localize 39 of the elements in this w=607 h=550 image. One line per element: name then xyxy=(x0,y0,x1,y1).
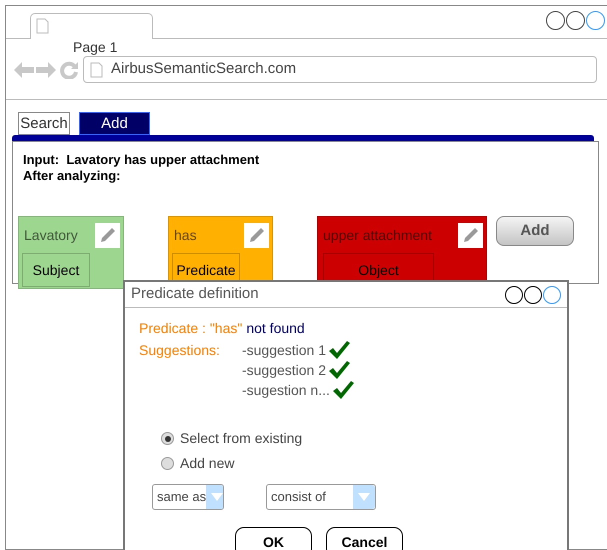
term-value: Lavatory xyxy=(24,226,78,245)
window-control-icon[interactable] xyxy=(505,286,523,304)
tab[interactable]: Add xyxy=(79,112,150,135)
window-control-icon[interactable] xyxy=(566,11,585,30)
radio-button[interactable] xyxy=(161,432,174,445)
status-text: not found xyxy=(246,318,305,338)
suggestions-label: Suggestions: xyxy=(139,341,220,360)
dialog-button[interactable]: Cancel xyxy=(326,527,403,550)
tab[interactable]: Search xyxy=(18,112,70,135)
forward-arrow-icon[interactable] xyxy=(36,62,56,78)
pencil-icon[interactable] xyxy=(458,222,483,248)
pencil-icon[interactable] xyxy=(244,222,269,248)
dialog-title: Predicate definition xyxy=(131,284,259,304)
suggestion-text: -sugestion n... xyxy=(242,380,330,400)
window-control-icon[interactable] xyxy=(546,11,565,30)
radio-option[interactable]: Select from existing xyxy=(161,426,567,451)
radio-option[interactable]: Add new xyxy=(161,451,567,476)
window-control-icon[interactable] xyxy=(524,286,542,304)
document-icon xyxy=(36,18,49,34)
address-bar[interactable]: AirbusSemanticSearch.com xyxy=(83,56,597,83)
tab-title: Page 1 xyxy=(73,39,118,55)
term-value: has xyxy=(174,226,197,244)
input-text: Input: Lavatory has upper attachment xyxy=(23,152,260,168)
suggestion-text: -suggestion 2 xyxy=(242,360,326,380)
predicate-label: Predicate : "has" xyxy=(139,318,242,338)
document-icon xyxy=(90,62,103,78)
back-arrow-icon[interactable] xyxy=(14,62,34,78)
radio-button[interactable] xyxy=(161,457,174,470)
browser-tab[interactable] xyxy=(30,13,153,39)
role-label: Subject xyxy=(22,253,90,287)
reload-icon[interactable] xyxy=(60,60,78,78)
suggestion-text: -suggestion 1 xyxy=(242,340,326,360)
dropdown[interactable]: consist of xyxy=(266,484,376,510)
pencil-icon[interactable] xyxy=(95,222,120,248)
url-text: AirbusSemanticSearch.com xyxy=(111,59,296,80)
term-value: upper attachment xyxy=(323,226,432,245)
dialog-button[interactable]: OK xyxy=(235,527,312,550)
analysis-label: After analyzing: xyxy=(23,168,121,184)
dropdown[interactable]: same as xyxy=(152,484,224,510)
